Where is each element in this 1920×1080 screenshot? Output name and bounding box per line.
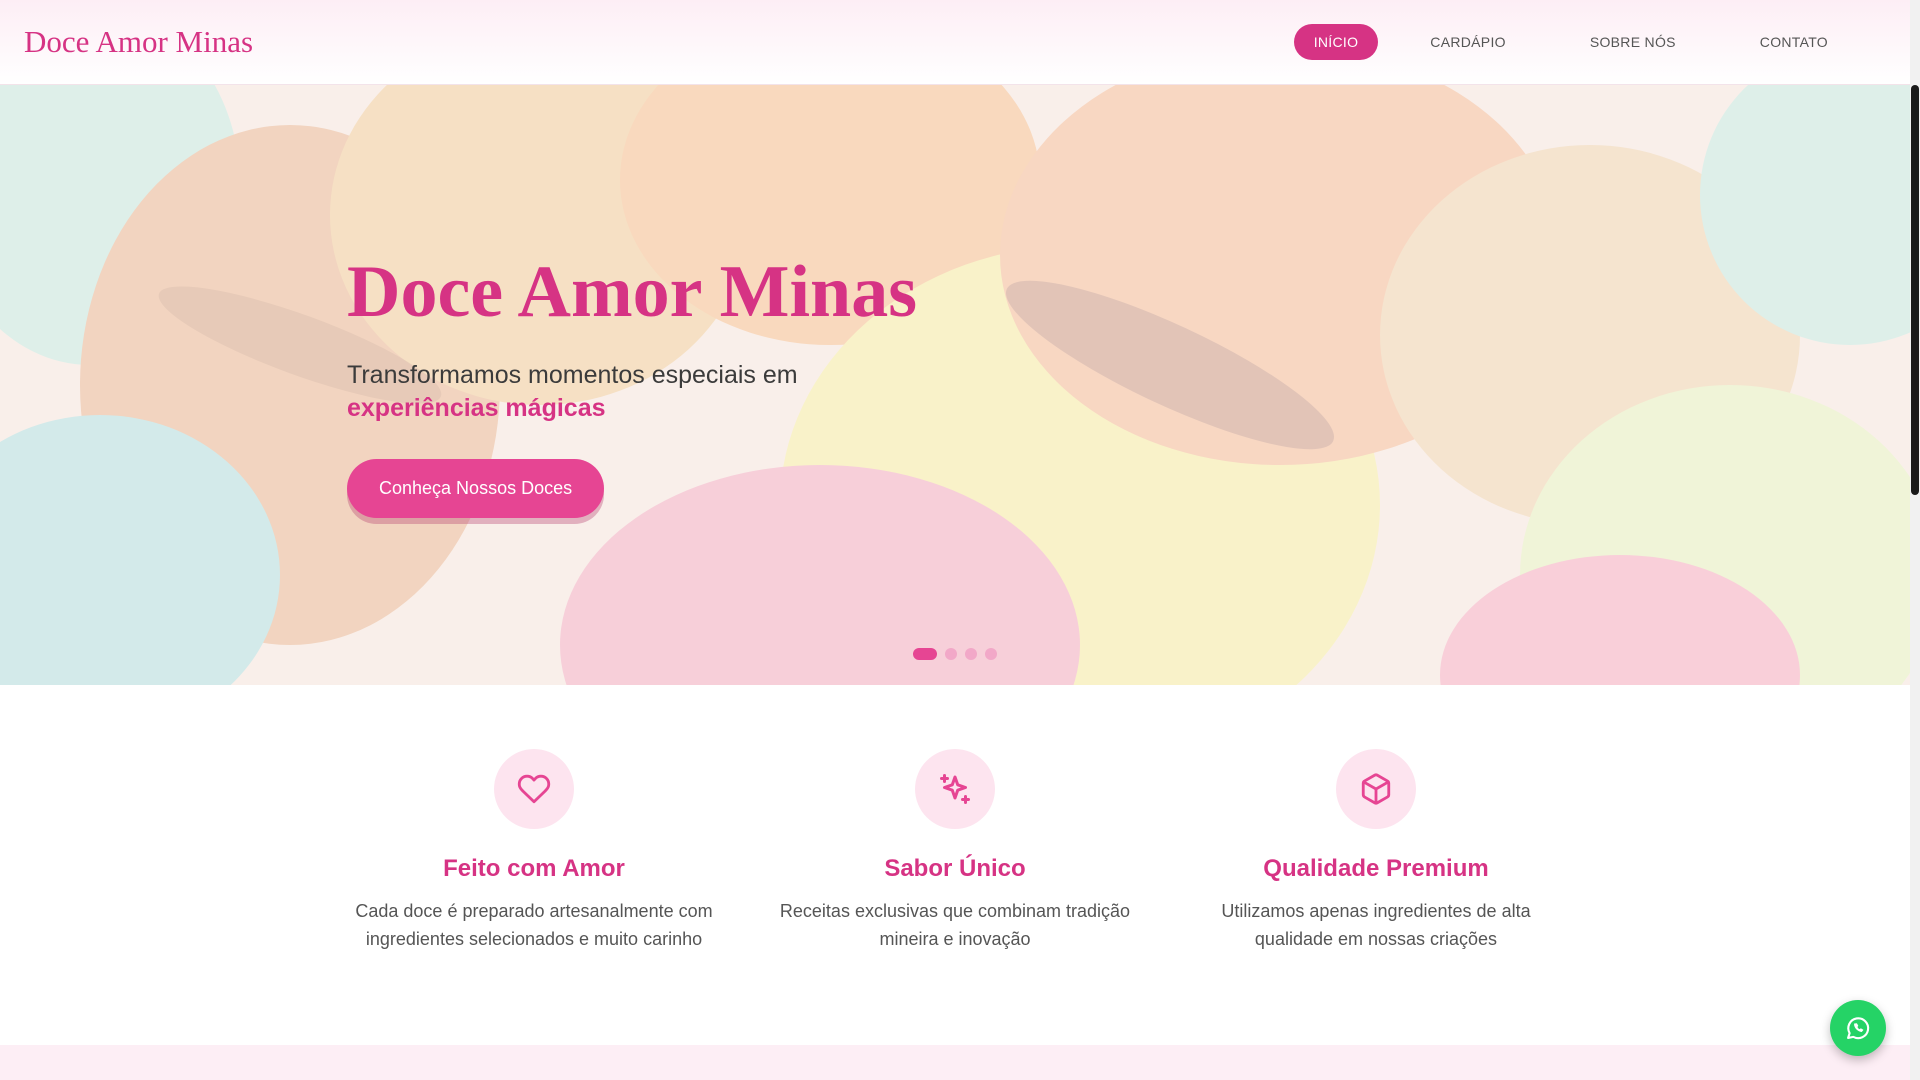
feature-card-sabor-unico: Sabor Único Receitas exclusivas que comb… — [765, 749, 1145, 953]
carousel-dot-1[interactable] — [913, 648, 937, 660]
cta-button[interactable]: Conheça Nossos Doces — [347, 459, 605, 518]
feature-card-qualidade-premium: Qualidade Premium Utilizamos apenas ingr… — [1186, 749, 1566, 953]
feature-icon-circle — [1336, 749, 1416, 829]
box-icon — [1361, 773, 1391, 805]
whatsapp-button[interactable] — [1830, 1000, 1886, 1056]
feature-text: Cada doce é preparado artesanalmente com… — [355, 901, 713, 949]
nav-item-sobre-nos[interactable]: SOBRE NÓS — [1558, 24, 1708, 60]
feature-icon-circle — [915, 749, 995, 829]
site-header: Doce Amor Minas INÍCIO CARDÁPIO SOBRE NÓ… — [0, 0, 1910, 85]
feature-text: Utilizamos apenas ingredientes de alta q… — [1221, 901, 1531, 949]
hero-subtitle: Transformamos momentos especiais em expe… — [347, 359, 917, 425]
whatsapp-icon — [1847, 1017, 1870, 1040]
carousel-dot-3[interactable] — [965, 648, 977, 660]
features-section: Feito com Amor Cada doce é preparado art… — [0, 685, 1910, 1045]
feature-text: Receitas exclusivas que combinam tradiçã… — [779, 901, 1131, 949]
feature-icon-circle — [494, 749, 574, 829]
nav-item-contato[interactable]: CONTATO — [1728, 24, 1860, 60]
hero-title: Doce Amor Minas — [347, 251, 917, 333]
brand-logo[interactable]: Doce Amor Minas — [24, 24, 253, 60]
hero-overlay — [0, 85, 1910, 685]
feature-title: Feito com Amor — [443, 855, 625, 882]
hero-subtitle-text: Transformamos momentos especiais em — [347, 361, 798, 389]
feature-title: Qualidade Premium — [1263, 855, 1489, 882]
nav-item-cardapio[interactable]: CARDÁPIO — [1398, 24, 1538, 60]
hero-subtitle-emphasis: experiências mágicas — [347, 394, 606, 422]
heart-icon — [517, 774, 551, 804]
page-scrollbar-thumb[interactable] — [1911, 85, 1919, 495]
next-section-band — [0, 1045, 1910, 1080]
hero-carousel: Doce Amor Minas Transformamos momentos e… — [0, 85, 1910, 685]
carousel-dot-2[interactable] — [945, 648, 957, 660]
main-nav: INÍCIO CARDÁPIO SOBRE NÓS CONTATO — [1293, 24, 1886, 60]
feature-title: Sabor Único — [884, 855, 1026, 882]
feature-card-feito-com-amor: Feito com Amor Cada doce é preparado art… — [344, 749, 724, 953]
hero-content: Doce Amor Minas Transformamos momentos e… — [347, 255, 917, 518]
sparkles-icon — [940, 774, 970, 804]
carousel-dot-4[interactable] — [985, 648, 997, 660]
carousel-indicators — [913, 648, 997, 660]
nav-item-inicio[interactable]: INÍCIO — [1293, 24, 1379, 60]
